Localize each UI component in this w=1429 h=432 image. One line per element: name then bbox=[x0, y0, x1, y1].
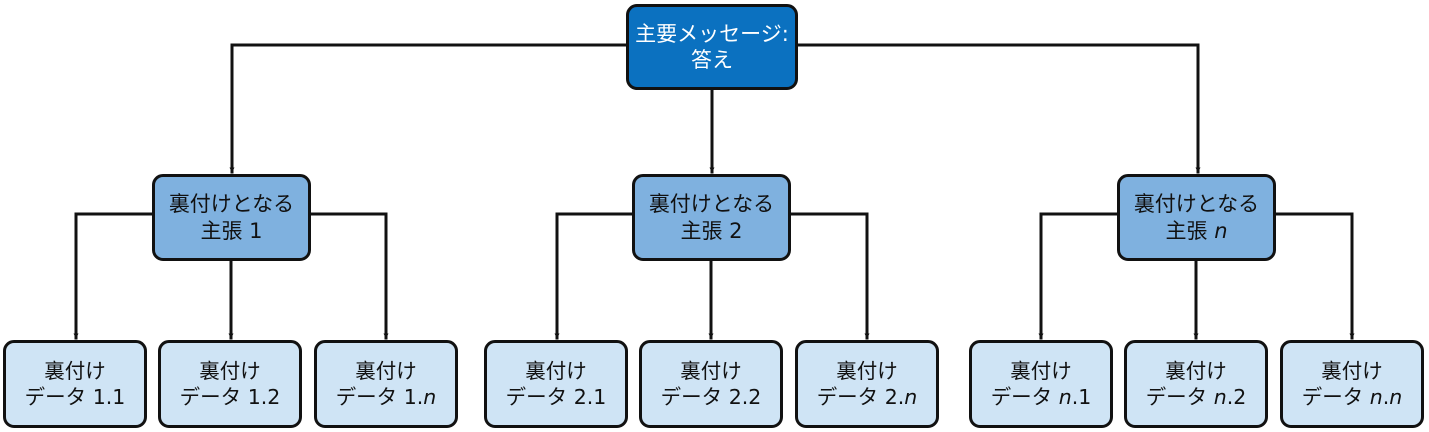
data-n-2-p2: 2 bbox=[1233, 385, 1247, 409]
data-1-n-line2: データ 1.n bbox=[336, 384, 437, 410]
data-1-2-p1: 1 bbox=[247, 385, 261, 409]
claim-1-line1: 裏付けとなる bbox=[168, 191, 295, 216]
data-1-2-p2: 2 bbox=[267, 385, 281, 409]
data-1-n-p1: 1 bbox=[403, 385, 417, 409]
data-2-n-prefix: データ bbox=[816, 385, 885, 409]
claim-1-prefix: 主張 bbox=[200, 218, 250, 243]
data-n-2-prefix: データ bbox=[1145, 385, 1214, 409]
data-n-n-p1: n bbox=[1369, 385, 1383, 409]
claim-box-1: 裏付けとなる 主張 1 bbox=[152, 174, 311, 261]
data-2-2-prefix: データ bbox=[660, 385, 729, 409]
data-1-1-p2: 1 bbox=[112, 385, 126, 409]
data-1-1-prefix: データ bbox=[24, 385, 93, 409]
data-2-2-line2: データ 2.2 bbox=[661, 384, 762, 410]
data-2-1-line1: 裏付け bbox=[525, 358, 587, 383]
data-n-n-line1: 裏付け bbox=[1321, 358, 1383, 383]
main-message-box: 主要メッセージ: 答え bbox=[626, 4, 798, 90]
claim-n-line2: 主張 n bbox=[1166, 218, 1228, 245]
data-2-1-line2: データ 2.1 bbox=[506, 384, 607, 410]
data-2-n-line2: データ 2.n bbox=[817, 384, 918, 410]
data-box-n-n: 裏付け データ n.n bbox=[1280, 340, 1424, 428]
data-box-1-n: 裏付け データ 1.n bbox=[314, 340, 458, 428]
data-2-2-line1: 裏付け bbox=[680, 358, 742, 383]
claim-n-line1: 裏付けとなる bbox=[1133, 191, 1260, 216]
data-1-n-prefix: データ bbox=[335, 385, 404, 409]
data-box-1-1: 裏付け データ 1.1 bbox=[3, 340, 147, 428]
pyramid-diagram: 主要メッセージ: 答え 裏付けとなる 主張 1 裏付けとなる 主張 2 裏付けと… bbox=[0, 0, 1429, 432]
data-1-1-line2: データ 1.1 bbox=[25, 384, 126, 410]
claim-1-line2: 主張 1 bbox=[200, 218, 262, 245]
data-1-1-p1: 1 bbox=[92, 385, 106, 409]
data-2-n-line1: 裏付け bbox=[836, 358, 898, 383]
data-n-1-line1: 裏付け bbox=[1010, 358, 1072, 383]
main-message-line1: 主要メッセージ: bbox=[635, 21, 789, 46]
data-1-2-line2: データ 1.2 bbox=[180, 384, 281, 410]
claim-box-2: 裏付けとなる 主張 2 bbox=[632, 174, 791, 261]
data-2-n-p1: 2 bbox=[884, 385, 898, 409]
data-2-2-p2: 2 bbox=[748, 385, 762, 409]
data-2-1-p2: 1 bbox=[593, 385, 607, 409]
claim-n-prefix: 主張 bbox=[1165, 218, 1215, 243]
data-box-n-2: 裏付け データ n.2 bbox=[1124, 340, 1268, 428]
data-n-1-p2: 1 bbox=[1078, 385, 1092, 409]
data-1-n-p2: n bbox=[423, 385, 437, 409]
data-box-1-2: 裏付け データ 1.2 bbox=[158, 340, 302, 428]
data-box-n-1: 裏付け データ n.1 bbox=[969, 340, 1113, 428]
data-n-2-line1: 裏付け bbox=[1165, 358, 1227, 383]
data-n-1-prefix: データ bbox=[990, 385, 1059, 409]
claim-2-line1: 裏付けとなる bbox=[648, 191, 775, 216]
claim-2-id: 2 bbox=[729, 218, 743, 243]
data-n-1-p1: n bbox=[1058, 385, 1072, 409]
data-1-2-prefix: データ bbox=[179, 385, 248, 409]
data-2-2-p1: 2 bbox=[728, 385, 742, 409]
data-2-1-p1: 2 bbox=[573, 385, 587, 409]
data-n-n-line2: データ n.n bbox=[1302, 384, 1403, 410]
data-2-1-prefix: データ bbox=[505, 385, 574, 409]
data-1-n-line1: 裏付け bbox=[355, 358, 417, 383]
claim-2-prefix: 主張 bbox=[680, 218, 730, 243]
data-n-n-prefix: データ bbox=[1301, 385, 1370, 409]
data-1-2-line1: 裏付け bbox=[199, 358, 261, 383]
data-n-2-p1: n bbox=[1213, 385, 1227, 409]
data-1-1-line1: 裏付け bbox=[44, 358, 106, 383]
data-n-n-p2: n bbox=[1389, 385, 1403, 409]
data-box-2-n: 裏付け データ 2.n bbox=[795, 340, 939, 428]
claim-n-id: n bbox=[1214, 218, 1228, 243]
data-n-2-line2: データ n.2 bbox=[1146, 384, 1247, 410]
data-2-n-p2: n bbox=[904, 385, 918, 409]
data-box-2-1: 裏付け データ 2.1 bbox=[484, 340, 628, 428]
data-box-2-2: 裏付け データ 2.2 bbox=[639, 340, 783, 428]
data-n-1-line2: データ n.1 bbox=[991, 384, 1092, 410]
main-message-line2: 答え bbox=[691, 48, 733, 72]
claim-box-n: 裏付けとなる 主張 n bbox=[1117, 174, 1276, 261]
claim-1-id: 1 bbox=[249, 218, 263, 243]
claim-2-line2: 主張 2 bbox=[680, 218, 742, 245]
